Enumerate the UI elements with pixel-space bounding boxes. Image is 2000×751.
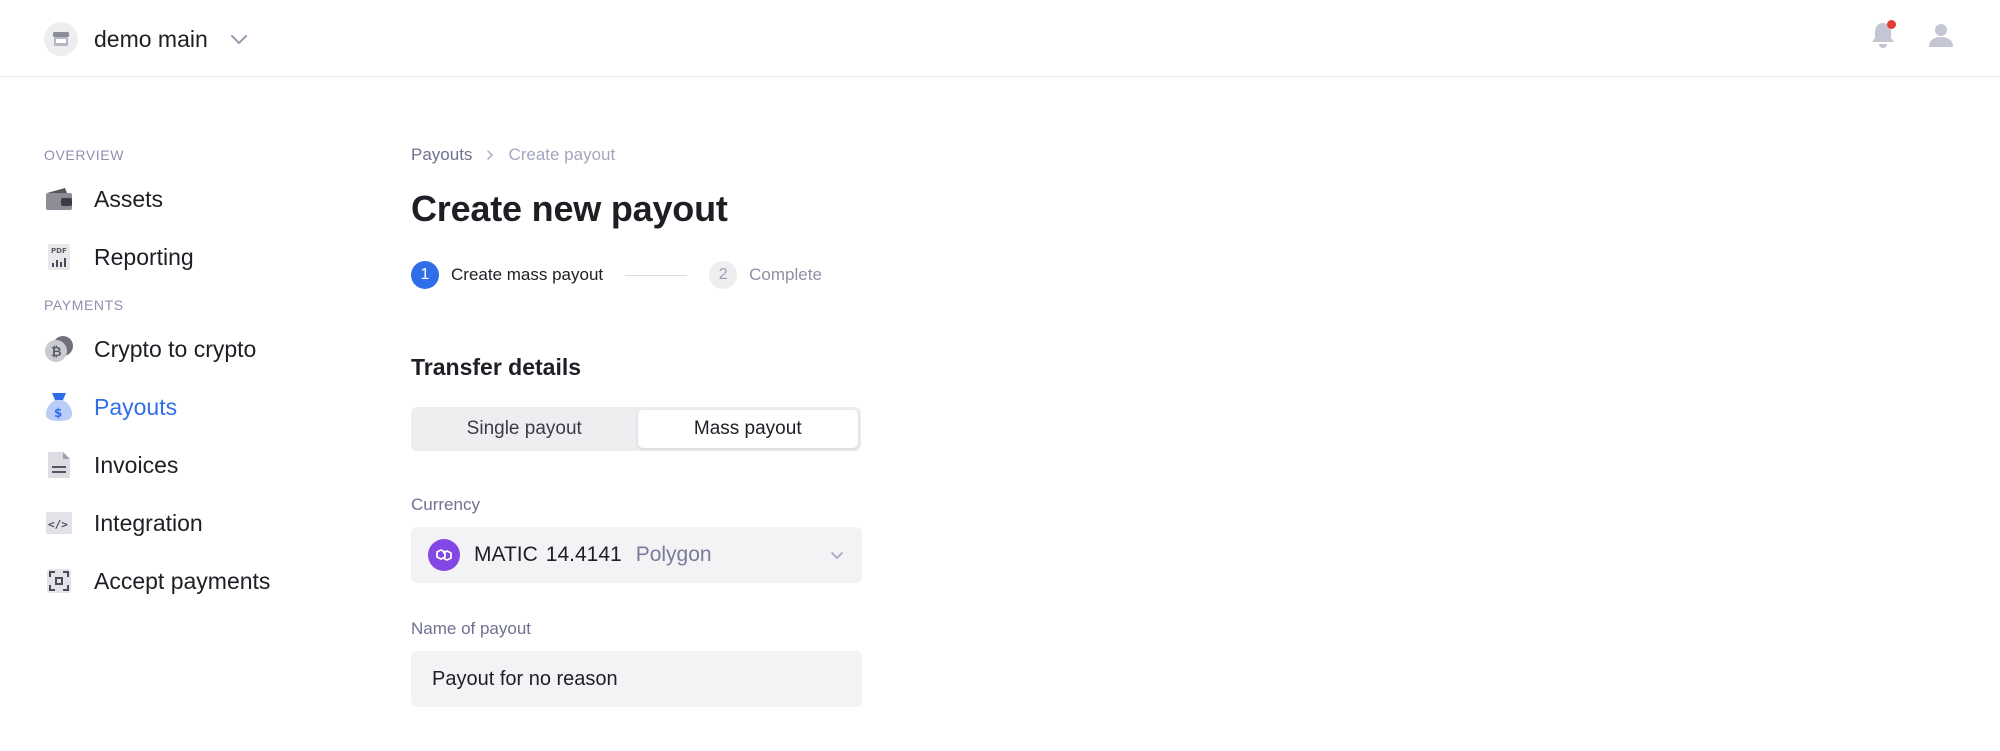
mass-payout-tab[interactable]: Mass payout (637, 410, 858, 448)
sidebar-item-reporting[interactable]: PDF Reporting (44, 228, 344, 286)
money-bag-icon: $ (44, 392, 74, 422)
store-icon (44, 22, 78, 56)
chevron-down-icon (830, 551, 844, 560)
step-2-label: Complete (749, 265, 822, 284)
main-content: Payouts Create payout Create new payout … (411, 140, 911, 707)
step-1-number: 1 (411, 261, 439, 289)
qr-scan-icon (44, 566, 74, 596)
currency-label: Currency (411, 495, 480, 514)
sidebar-item-label: Integration (94, 509, 203, 536)
sidebar-item-label: Reporting (94, 243, 194, 270)
sidebar-item-invoices[interactable]: Invoices (44, 436, 344, 494)
svg-text:$: $ (54, 406, 62, 420)
bell-icon[interactable] (1868, 20, 1898, 50)
payout-type-toggle: Single payout Mass payout (411, 407, 861, 451)
sidebar: OVERVIEW Assets PDF Reporting PAYMENTS ₿… (44, 140, 344, 610)
code-icon: </> (44, 508, 74, 538)
breadcrumb-payouts-link[interactable]: Payouts (411, 145, 472, 165)
stepper-divider (625, 274, 688, 276)
sidebar-item-label: Invoices (94, 451, 179, 478)
single-payout-tab[interactable]: Single payout (414, 410, 635, 448)
sidebar-section-overview: OVERVIEW (44, 147, 125, 163)
payout-name-input[interactable] (411, 651, 862, 707)
svg-text:₿: ₿ (51, 345, 62, 360)
sidebar-item-label: Accept payments (94, 567, 271, 594)
chevron-right-icon (486, 149, 494, 161)
notification-badge (1887, 20, 1896, 29)
svg-text:</>: </> (48, 518, 68, 531)
sidebar-item-assets[interactable]: Assets (44, 170, 344, 228)
currency-symbol: MATIC (474, 543, 538, 566)
page-title: Create new payout (411, 188, 728, 229)
sidebar-item-payouts[interactable]: $ Payouts (44, 378, 344, 436)
wallet-icon (44, 184, 74, 214)
payout-name-label: Name of payout (411, 619, 532, 638)
sidebar-item-accept-payments[interactable]: Accept payments (44, 552, 344, 610)
workspace-name: demo main (94, 25, 208, 52)
polygon-icon (428, 539, 460, 571)
step-1-label: Create mass payout (451, 265, 604, 284)
breadcrumb: Payouts Create payout (411, 140, 911, 170)
stepper: 1 Create mass payout 2 Complete (411, 260, 911, 290)
sidebar-item-integration[interactable]: </> Integration (44, 494, 344, 552)
user-icon[interactable] (1926, 20, 1956, 50)
chevron-down-icon[interactable] (230, 33, 248, 45)
document-icon (44, 450, 74, 480)
section-title: Transfer details (411, 354, 582, 380)
sidebar-item-label: Crypto to crypto (94, 335, 257, 362)
sidebar-item-label: Assets (94, 185, 164, 212)
sidebar-section-payments: PAYMENTS (44, 297, 124, 313)
currency-network: Polygon (635, 543, 712, 566)
svg-text:PDF: PDF (51, 247, 67, 255)
step-2-number: 2 (709, 261, 738, 289)
sidebar-item-crypto-to-crypto[interactable]: ₿ Crypto to crypto (44, 320, 344, 378)
breadcrumb-current: Create payout (508, 145, 616, 164)
pdf-report-icon: PDF (44, 242, 74, 272)
top-bar: demo main (0, 0, 2000, 77)
sidebar-item-label: Payouts (94, 393, 178, 420)
top-actions (1868, 20, 1956, 50)
workspace-switcher[interactable]: demo main (44, 20, 248, 58)
currency-balance: 14.4141 (545, 543, 622, 566)
bitcoin-coins-icon: ₿ (44, 334, 74, 364)
currency-select[interactable]: MATIC 14.4141 Polygon (411, 527, 862, 583)
